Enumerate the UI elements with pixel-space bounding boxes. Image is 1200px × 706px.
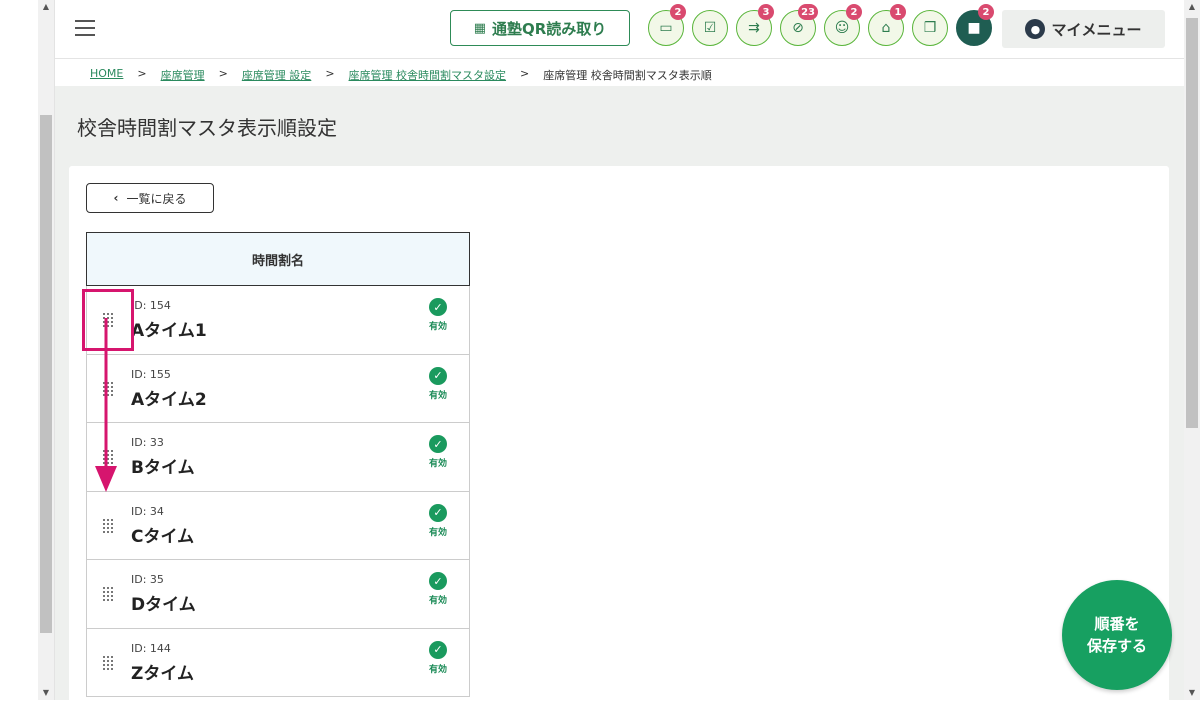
qr-scan-label: 通塾QR読み取り (491, 19, 607, 38)
breadcrumb-timetable-master-link[interactable]: 座席管理 校舎時間割マスタ設定 (349, 67, 507, 83)
back-to-list-button[interactable]: ‹ 一覧に戻る (86, 183, 214, 213)
breadcrumb-separator: > (137, 67, 147, 80)
row-id: ID: 34 (131, 504, 164, 518)
scroll-up-arrow-icon[interactable]: ▲ (1184, 2, 1200, 11)
message-icon: ■ (967, 20, 981, 36)
status-label: 有効 (428, 527, 447, 538)
status-badge: ✓ 有効 (427, 640, 449, 675)
row-name: Aタイム1 (131, 321, 207, 341)
status-label: 有効 (428, 596, 447, 606)
breadcrumb-current: 座席管理 校舎時間割マスタ表示順 (543, 69, 712, 82)
table-row[interactable]: ID: 144 Zタイム ✓ 有効 (86, 628, 470, 697)
row-name: Bタイム (131, 458, 195, 478)
row-name: Dタイム (131, 595, 196, 615)
breadcrumb-separator: > (218, 67, 228, 80)
save-order-button[interactable]: 順番を 保存する (1062, 580, 1172, 690)
timetable-order-table: 時間割名 ID: 154 Aタイム1 ✓ 有効 ID: 155 Aタイム2 ✓ 有効 ID: 3… (86, 232, 470, 697)
main-content: 校舎時間割マスタ表示順設定 ‹ 一覧に戻る 時間割名 ID: 154 Aタイム1 ✓… (55, 86, 1184, 706)
qr-code-icon: ▦ (473, 20, 486, 36)
row-id: ID: 154 (131, 299, 171, 312)
content-card: ‹ 一覧に戻る 時間割名 ID: 154 Aタイム1 ✓ 有効 ID: 155 Aタイム2… (69, 166, 1169, 706)
group-icon: ☺ (834, 20, 850, 36)
checklist-icon: ☑ (703, 20, 717, 36)
bank-icon: ⌂ (881, 20, 891, 36)
back-to-list-label: 一覧に戻る (126, 191, 187, 206)
status-label: 有効 (428, 459, 447, 469)
status-badge: ✓ 有効 (427, 366, 449, 401)
hamburger-menu-icon[interactable] (75, 20, 95, 41)
status-badge: ✓ 有効 (427, 503, 449, 538)
status-badge: ✓ 有効 (427, 435, 449, 469)
check-circle-icon: ✓ (429, 435, 447, 453)
notification-badge: 3 (758, 4, 774, 20)
status-label: 有効 (428, 390, 447, 401)
check-circle-icon: ✓ (429, 572, 447, 590)
save-order-label-line2: 保存する (1086, 637, 1147, 655)
chat-bubble-icon: ▭ (659, 20, 673, 36)
message-button[interactable]: ■ 2 (956, 4, 994, 46)
status-label: 有効 (428, 664, 447, 675)
right-scrollbar[interactable]: ▲ ▼ (1184, 0, 1200, 700)
table-row[interactable]: ID: 33 Bタイム ✓ 有効 (86, 423, 470, 492)
gift-icon: ❒ (923, 20, 937, 36)
row-id: ID: 33 (131, 436, 164, 449)
status-label: 有効 (428, 322, 447, 332)
row-name: Cタイム (131, 526, 195, 547)
drag-handle-icon[interactable] (103, 518, 115, 533)
row-id: ID: 144 (131, 641, 171, 655)
scroll-up-arrow-icon[interactable]: ▲ (38, 2, 54, 11)
scroll-down-arrow-icon[interactable]: ▼ (38, 688, 54, 697)
left-scrollbar[interactable]: ▲ ▼ (38, 0, 55, 700)
chat-bubble-button[interactable]: ▭ 2 (648, 4, 686, 46)
status-badge: ✓ 有効 (427, 298, 449, 332)
my-menu-label: マイメニュー (1051, 20, 1142, 39)
save-order-label-line1: 順番を (1094, 615, 1140, 633)
merge-arrows-icon: ⇉ (748, 20, 760, 36)
status-badge: ✓ 有効 (427, 572, 449, 606)
my-menu-button[interactable]: ● マイメニュー (1002, 10, 1165, 48)
drag-direction-arrow-icon (95, 318, 117, 492)
breadcrumb-home-link[interactable]: HOME (90, 67, 123, 83)
breadcrumb: HOME > 座席管理 > 座席管理 設定 > 座席管理 校舎時間割マスタ設定 … (55, 59, 1184, 86)
breadcrumb-separator: > (520, 67, 530, 80)
breadcrumb-seat-management-link[interactable]: 座席管理 (161, 67, 205, 83)
disabled-button[interactable]: ⊘ 23 (780, 4, 818, 46)
bank-button[interactable]: ⌂ 1 (868, 4, 906, 46)
row-id: ID: 155 (131, 367, 171, 381)
notification-badge: 23 (798, 4, 818, 20)
gift-button[interactable]: ❒ (912, 10, 948, 46)
page-title: 校舎時間割マスタ表示順設定 (77, 116, 337, 140)
scroll-down-arrow-icon[interactable]: ▼ (1184, 688, 1200, 697)
scrollbar-thumb[interactable] (40, 115, 52, 633)
notification-badge: 2 (846, 4, 862, 20)
notification-badge: 1 (890, 4, 906, 20)
disabled-icon: ⊘ (792, 20, 804, 36)
table-header: 時間割名 (86, 232, 470, 286)
qr-scan-button[interactable]: ▦ 通塾QR読み取り (450, 10, 630, 46)
chevron-left-icon: ‹ (113, 191, 119, 205)
row-id: ID: 35 (131, 573, 164, 586)
check-circle-icon: ✓ (429, 298, 447, 316)
top-header: ▦ 通塾QR読み取り ▭ 2 ☑ ⇉ 3 ⊘ 23 ☺ 2 ⌂ 1 ❒ ■ 2 ● マイメニュー (55, 0, 1184, 59)
notification-badge: 2 (670, 4, 686, 20)
breadcrumb-separator: > (325, 67, 335, 80)
table-row[interactable]: ID: 34 Cタイム ✓ 有効 (86, 491, 470, 560)
row-name: Zタイム (131, 663, 194, 684)
group-button[interactable]: ☺ 2 (824, 4, 862, 46)
drag-handle-icon[interactable] (103, 655, 115, 670)
checklist-button[interactable]: ☑ (692, 10, 728, 46)
table-row[interactable]: ID: 155 Aタイム2 ✓ 有効 (86, 354, 470, 423)
check-circle-icon: ✓ (429, 640, 447, 659)
merge-arrows-button[interactable]: ⇉ 3 (736, 4, 774, 46)
check-circle-icon: ✓ (429, 503, 447, 522)
user-avatar-icon: ● (1025, 19, 1046, 39)
table-row[interactable]: ID: 154 Aタイム1 ✓ 有効 (86, 286, 470, 355)
table-row[interactable]: ID: 35 Dタイム ✓ 有効 (86, 560, 470, 629)
row-name: Aタイム2 (131, 389, 207, 410)
check-circle-icon: ✓ (429, 366, 447, 385)
drag-handle-icon[interactable] (103, 587, 115, 601)
notification-badge: 2 (978, 4, 994, 20)
breadcrumb-settings-link[interactable]: 座席管理 設定 (242, 67, 312, 83)
scrollbar-thumb[interactable] (1186, 18, 1198, 428)
